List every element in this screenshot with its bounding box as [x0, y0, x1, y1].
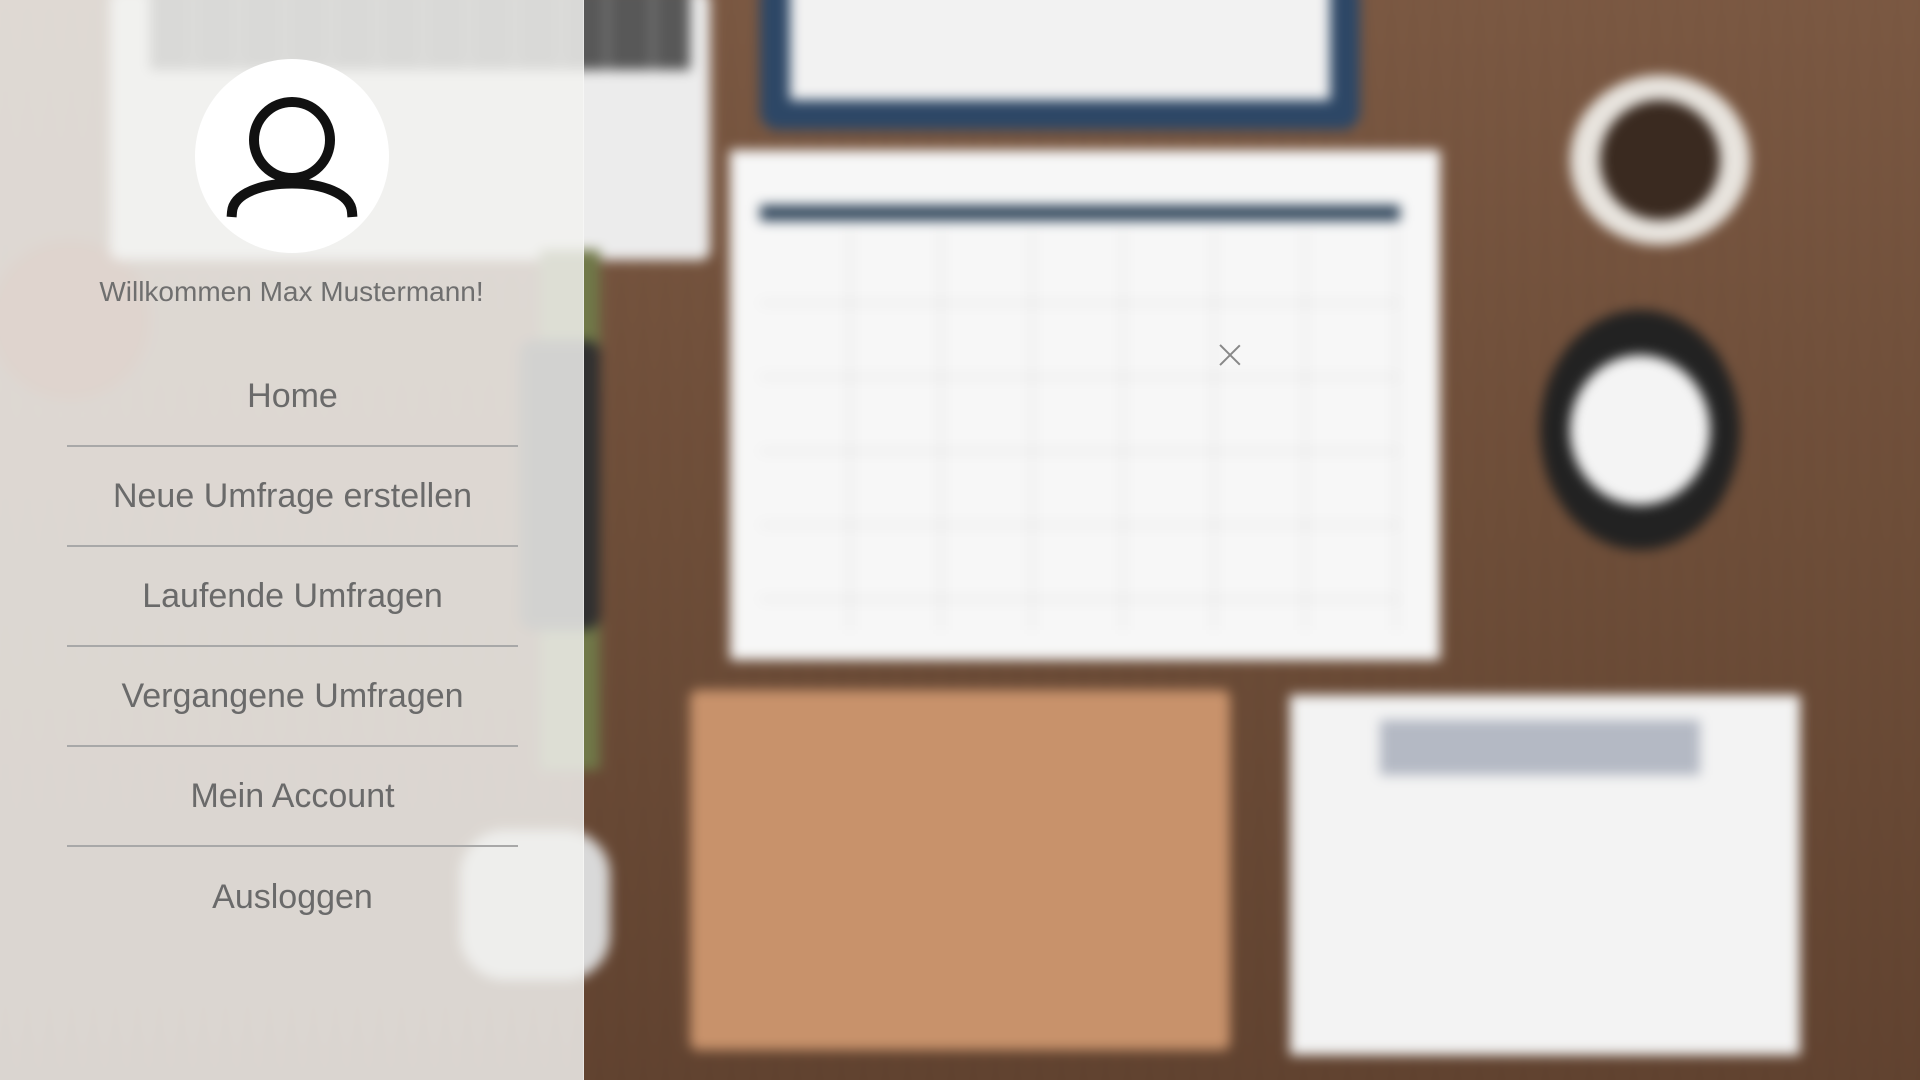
nav-item-label: Neue Umfrage erstellen — [112, 476, 473, 515]
nav-item-laufende-umfragen[interactable]: Laufende Umfragen — [67, 547, 518, 647]
nav-item-label: Home — [247, 376, 338, 415]
notebook-shape — [690, 690, 1230, 1050]
nav-item-home[interactable]: Home — [67, 347, 518, 447]
nav-item-label: Mein Account — [190, 776, 395, 815]
nav-item-label: Vergangene Umfragen — [121, 676, 464, 715]
newspaper-headline-shape — [1380, 720, 1700, 775]
app-screen: Willkommen Max Mustermann! Home Neue Umf… — [0, 0, 1920, 1080]
nav-item-neue-umfrage[interactable]: Neue Umfrage erstellen — [67, 447, 518, 547]
clock-face-shape — [1570, 355, 1710, 505]
tablet-screen-shape — [790, 0, 1330, 100]
nav-item-vergangene-umfragen[interactable]: Vergangene Umfragen — [67, 647, 518, 747]
nav-item-label: Ausloggen — [212, 877, 373, 916]
calendar-grid-shape — [760, 230, 1400, 630]
calendar-header-shape — [760, 205, 1400, 221]
nav-item-label: Laufende Umfragen — [142, 576, 443, 615]
user-icon — [226, 97, 358, 218]
sidebar-menu: Willkommen Max Mustermann! Home Neue Umf… — [0, 0, 584, 1080]
nav-item-ausloggen[interactable]: Ausloggen — [67, 847, 518, 947]
close-icon[interactable] — [1217, 341, 1243, 367]
nav-item-mein-account[interactable]: Mein Account — [67, 747, 518, 847]
welcome-message: Willkommen Max Mustermann! — [99, 276, 484, 307]
coffee-shape — [1600, 100, 1720, 220]
avatar[interactable] — [195, 59, 389, 253]
